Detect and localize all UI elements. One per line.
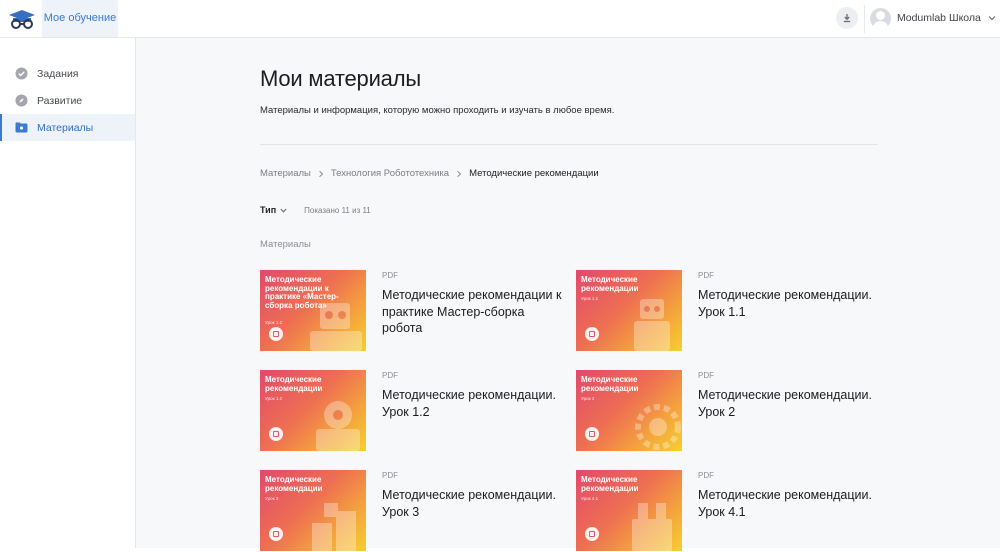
results-count: Показано 11 из 11 — [304, 205, 371, 215]
download-icon — [843, 14, 851, 23]
user-name: Modumlab Школа — [897, 12, 981, 24]
main-content: Мои материалы Материалы и информация, ко… — [136, 38, 1000, 551]
thumbnail-subtitle: Урок 3 — [265, 496, 279, 501]
page-description: Материалы и информация, которую можно пр… — [260, 105, 615, 116]
type-filter-dropdown[interactable]: Тип — [260, 205, 288, 215]
material-title: Методические рекомендации. Урок 1.2 — [382, 388, 556, 419]
thumbnail-subtitle: Урок 1.2 — [265, 320, 283, 325]
breadcrumb: Материалы Технология Робототехника Метод… — [260, 168, 599, 179]
sidebar-item-label: Задания — [37, 67, 79, 80]
document-icon — [269, 327, 283, 341]
logo-icon[interactable] — [6, 7, 38, 31]
sidebar-item-label: Материалы — [37, 121, 94, 134]
user-menu[interactable]: Modumlab Школа — [870, 7, 997, 29]
chevron-down-icon — [280, 208, 287, 213]
material-thumbnail: Методические рекомендации Урок 1.2 — [260, 370, 366, 451]
document-icon — [585, 427, 599, 441]
thumbnail-title: Методические рекомендации — [581, 375, 639, 393]
thumbnail-title: Методические рекомендации — [265, 475, 323, 493]
section-label: Материалы — [260, 239, 311, 250]
sidebar-item-tasks[interactable]: Задания — [0, 60, 135, 87]
material-title: Методические рекомендации. Урок 2 — [698, 388, 872, 419]
compass-icon — [15, 94, 28, 107]
filter-bar: Тип Показано 11 из 11 — [260, 205, 371, 215]
sidebar-item-materials[interactable]: Материалы — [0, 114, 135, 141]
document-icon — [269, 527, 283, 541]
chevron-right-icon — [319, 170, 324, 177]
thumbnail-title: Методические рекомендации — [581, 475, 639, 493]
page-title: Мои материалы — [260, 66, 421, 91]
material-title: Методические рекомендации. Урок 3 — [382, 488, 556, 519]
document-icon — [585, 527, 599, 541]
material-thumbnail: Методические рекомендации к практике «Ма… — [260, 270, 366, 351]
material-type: PDF — [698, 371, 714, 380]
material-card[interactable]: Методические рекомендации к практике «Ма… — [260, 270, 562, 352]
robot-illustration-icon — [634, 299, 670, 351]
material-title: Методические рекомендации. Урок 4.1 — [698, 488, 872, 519]
thumbnail-subtitle: Урок 4.1 — [581, 496, 599, 501]
top-bar: Мое обучение Modumlab Школа — [0, 0, 1000, 38]
breadcrumb-current: Методические рекомендации — [469, 168, 599, 179]
thumbnail-title: Методические рекомендации к практике «Ма… — [265, 275, 339, 310]
document-icon — [269, 427, 283, 441]
chevron-down-icon — [988, 16, 996, 21]
material-type: PDF — [698, 271, 714, 280]
material-card[interactable]: Методические рекомендации Урок 3 PDF Мет… — [260, 470, 560, 552]
sidebar-item-development[interactable]: Развитие — [0, 87, 135, 114]
material-title: Методические рекомендации к практике Мас… — [382, 288, 562, 335]
topbar-divider — [864, 5, 865, 33]
sidebar-item-label: Развитие — [37, 94, 83, 107]
material-title: Методические рекомендации. Урок 1.1 — [698, 288, 872, 319]
thumbnail-subtitle: Урок 2 — [581, 396, 595, 401]
chevron-right-icon — [457, 170, 462, 177]
material-thumbnail: Методические рекомендации Урок 3 — [260, 470, 366, 551]
material-type: PDF — [382, 271, 398, 280]
nav-tab-my-learning[interactable]: Мое обучение — [42, 0, 118, 37]
download-button[interactable] — [836, 7, 858, 29]
blocks-illustration-icon — [632, 503, 672, 551]
folder-icon — [15, 121, 28, 134]
material-thumbnail: Методические рекомендации Урок 4.1 — [576, 470, 682, 551]
robot-illustration-icon — [316, 401, 360, 451]
thumbnail-subtitle: Урок 1.2 — [265, 396, 283, 401]
material-card[interactable]: Методические рекомендации Урок 1.2 PDF М… — [260, 370, 560, 452]
material-card[interactable]: Методические рекомендации Урок 4.1 PDF М… — [576, 470, 876, 552]
thumbnail-subtitle: Урок 1.1 — [581, 296, 599, 301]
thumbnail-title: Методические рекомендации — [265, 375, 323, 393]
material-card[interactable]: Методические рекомендации Урок 1.1 PDF М… — [576, 270, 876, 352]
thumbnail-title: Методические рекомендации — [581, 275, 639, 293]
material-type: PDF — [382, 371, 398, 380]
material-type: PDF — [382, 471, 398, 480]
breadcrumb-item[interactable]: Материалы — [260, 168, 311, 179]
material-thumbnail: Методические рекомендации Урок 1.1 — [576, 270, 682, 351]
avatar — [870, 7, 891, 29]
gear-icon — [635, 404, 681, 450]
sidebar: Задания Развитие Материалы — [0, 38, 136, 548]
material-type: PDF — [698, 471, 714, 480]
material-card[interactable]: Методические рекомендации Урок 2 PDF Мет… — [576, 370, 876, 452]
material-thumbnail: Методические рекомендации Урок 2 — [576, 370, 682, 451]
blocks-illustration-icon — [312, 503, 356, 551]
type-filter-label: Тип — [260, 205, 277, 215]
check-circle-icon — [15, 67, 28, 80]
document-icon — [585, 327, 599, 341]
divider — [260, 144, 878, 145]
breadcrumb-item[interactable]: Технология Робототехника — [331, 168, 449, 179]
